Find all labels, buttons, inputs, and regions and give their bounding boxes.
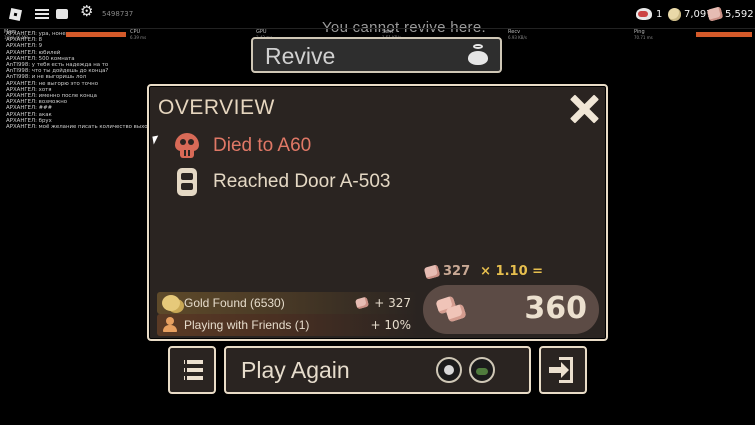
base-knobs: 327 (443, 264, 471, 279)
play-again-button[interactable]: Play Again (224, 346, 531, 394)
top-bar: ⚙ 5498737 You cannot revive here. 1 7,09… (0, 0, 755, 36)
gold-found-row: Gold Found (6530) + 327 (157, 292, 419, 314)
list-icon (180, 360, 203, 364)
friends-bonus-row: Playing with Friends (1) + 10% (157, 314, 419, 336)
gold-counter: 7,097 (668, 6, 713, 22)
knobs-value: 5,592 (725, 8, 754, 20)
stat-recv: Recv 6.93 KB/s (508, 29, 527, 41)
knob-icon (706, 6, 724, 22)
close-icon[interactable] (569, 94, 599, 124)
mouse-cursor (152, 135, 160, 145)
knob-icon (423, 263, 441, 280)
gold-pile-icon (162, 295, 180, 311)
total-knobs-value: 360 (524, 291, 587, 326)
knob-icon (355, 296, 370, 310)
roblox-menu-icon[interactable] (8, 7, 23, 22)
list-button[interactable] (168, 346, 216, 394)
play-again-label: Play Again (241, 357, 350, 383)
door-reached-text: Reached Door A-503 (213, 171, 391, 192)
door-icon (177, 168, 197, 196)
revive-label: Revive (265, 43, 336, 69)
hamburger-menu-icon[interactable] (35, 7, 49, 21)
gold-found-label: Gold Found (6530) (184, 296, 285, 310)
friends-bonus-label: Playing with Friends (1) (184, 318, 310, 332)
multiplier-text: × 1.10 = (480, 264, 544, 279)
stat-ping: Ping 70.71 ms (634, 30, 752, 40)
knob-multiplier: 327 × 1.10 = (423, 263, 544, 280)
skull-icon (173, 133, 201, 159)
revive-button[interactable]: Revive (251, 37, 502, 73)
gold-found-value: + 327 (355, 296, 411, 310)
revives-counter: 1 (636, 6, 662, 22)
revives-value: 1 (656, 8, 663, 20)
gear-icon[interactable]: ⚙ (80, 4, 94, 19)
friend-avatar (469, 357, 495, 383)
overview-panel: OVERVIEW Died to A60 Reached Door A-503 … (147, 84, 608, 341)
winged-heart-icon (464, 44, 492, 66)
player-avatar (436, 357, 462, 383)
friends-bonus-value: + 10% (370, 318, 411, 332)
friends-icon (162, 317, 180, 333)
chat-icon[interactable] (56, 9, 68, 19)
session-id: 5498737 (102, 10, 134, 18)
knobs-stack-icon (435, 295, 467, 323)
revive-heart-icon (636, 8, 652, 20)
gold-coin-icon (668, 7, 681, 21)
knobs-counter: 5,592 (706, 6, 754, 22)
ping-bar (696, 32, 752, 37)
total-knobs: 360 (423, 285, 599, 334)
overview-title: OVERVIEW (158, 96, 275, 119)
door-row: Reached Door A-503 (173, 167, 390, 197)
death-cause-text: Died to A60 (213, 135, 312, 156)
death-row: Died to A60 (173, 131, 311, 161)
exit-button[interactable] (539, 346, 587, 394)
